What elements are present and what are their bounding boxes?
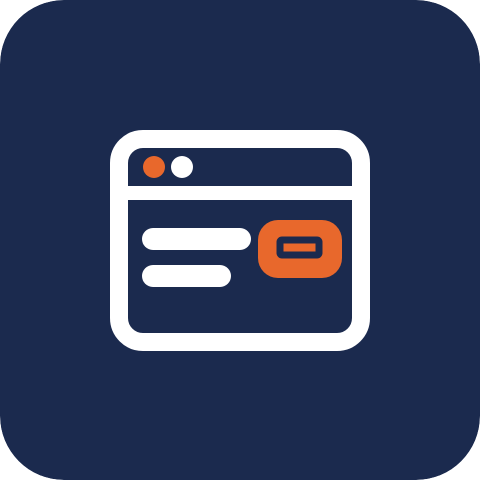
content-line-long	[142, 228, 251, 250]
window-dot-orange-icon	[143, 156, 165, 178]
action-button-shape	[258, 220, 342, 278]
window-dot-white-icon	[171, 156, 193, 178]
app-icon[interactable]	[0, 0, 480, 480]
app-icon-graphic	[0, 0, 480, 480]
content-line-short	[142, 265, 231, 287]
